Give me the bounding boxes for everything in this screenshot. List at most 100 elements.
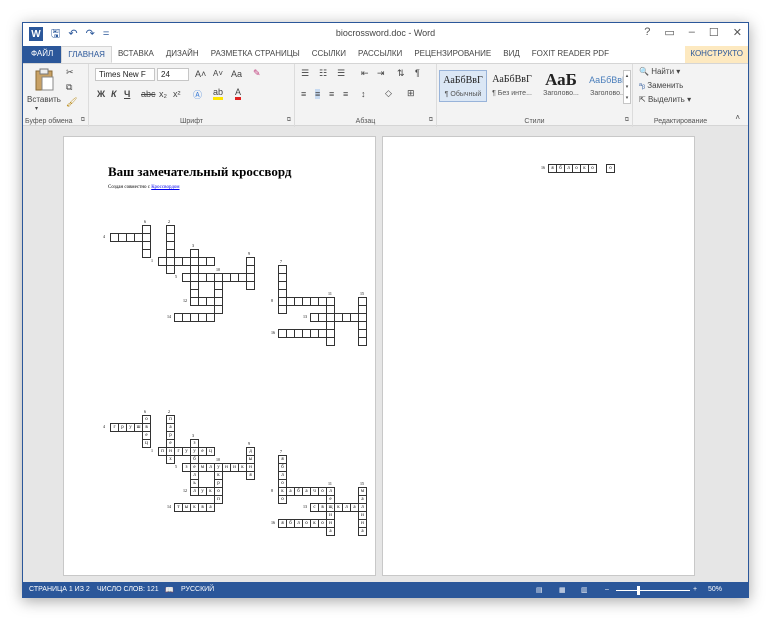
copy-icon[interactable]: ⧉ [66, 82, 72, 93]
replace-button[interactable]: ᵃᵦ Заменить [639, 81, 683, 90]
document-title: Ваш замечательный кроссворд [108, 164, 292, 179]
clue-number: 2 [168, 219, 170, 224]
strikethrough-button[interactable]: abc [141, 89, 156, 99]
tab-view[interactable]: ВИД [497, 46, 526, 63]
page-2[interactable]: 16 я б л о к о о [382, 136, 695, 576]
crossword-cell: а [326, 527, 335, 536]
maximize-icon[interactable]: ☐ [709, 26, 719, 39]
font-color-icon[interactable]: A [235, 88, 242, 100]
tab-insert[interactable]: ВСТАВКА [112, 46, 160, 63]
collapse-ribbon-icon[interactable]: ˄ [735, 113, 740, 122]
crossword-cell [206, 297, 215, 306]
tab-review[interactable]: РЕЦЕНЗИРОВАНИЕ [408, 46, 497, 63]
zoom-slider-thumb[interactable] [637, 586, 640, 595]
tab-references[interactable]: ССЫЛКИ [306, 46, 352, 63]
bullets-icon[interactable]: ☰ [301, 68, 309, 79]
style-sample: АаБбВвГ [492, 74, 532, 85]
align-center-icon[interactable]: ≡ [315, 89, 321, 99]
clear-formatting-icon[interactable]: ✎ [253, 68, 261, 79]
zoom-in-icon[interactable]: + [693, 586, 697, 593]
crossword-cell [318, 297, 327, 306]
select-button[interactable]: ⇱ Выделить ▾ [639, 95, 691, 104]
underline-button[interactable]: Ч [124, 89, 130, 99]
paragraph-launcher-icon[interactable]: ⧉ [429, 117, 433, 124]
italic-button[interactable]: К [111, 89, 117, 99]
status-word-count[interactable]: ЧИСЛО СЛОВ: 121 [97, 586, 159, 593]
clue-number: 15 [360, 481, 364, 486]
shrink-font-icon[interactable]: A˅ [213, 69, 223, 78]
tab-constructor[interactable]: КОНСТРУКТО [685, 46, 748, 63]
grow-font-icon[interactable]: A˄ [195, 69, 206, 79]
justify-icon[interactable]: ≡ [343, 89, 348, 99]
multilevel-list-icon[interactable]: ☰ [337, 68, 345, 79]
zoom-level[interactable]: 50% [708, 586, 722, 593]
read-mode-icon[interactable]: ▤ [536, 586, 543, 594]
styles-gallery-scroll[interactable]: ▴ ▾ ▾ [623, 70, 631, 104]
crossword-cell [206, 313, 215, 322]
select-label: Выделить [647, 95, 685, 104]
proofing-icon[interactable]: 📖 [165, 586, 174, 594]
zoom-slider[interactable] [616, 590, 690, 591]
styles-launcher-icon[interactable]: ⧉ [625, 117, 629, 124]
cut-icon[interactable]: ✂ [66, 67, 74, 78]
highlight-color-icon[interactable]: ab [213, 88, 224, 100]
show-formatting-icon[interactable]: ¶ [415, 68, 420, 78]
print-layout-icon[interactable]: ▦ [559, 586, 566, 594]
shading-icon[interactable]: ◇ [385, 88, 392, 99]
style-normal[interactable]: АаБбВвГ ¶ Обычный [439, 70, 487, 102]
clue-number: 6 [144, 219, 146, 224]
crossword-cell: п [214, 495, 223, 504]
increase-indent-icon[interactable]: ⇥ [377, 68, 385, 79]
tab-foxit[interactable]: FOXIT READER PDF [526, 46, 615, 63]
style-no-spacing[interactable]: АаБбВвГ ¶ Без инте... [488, 70, 536, 102]
page-1[interactable]: Ваш замечательный кроссворд Создан совме… [63, 136, 376, 576]
style-heading-1[interactable]: АаБ Заголово... [537, 70, 585, 102]
subscript-button[interactable]: x₂ [159, 89, 167, 99]
status-language[interactable]: РУССКИЙ [181, 586, 214, 593]
ribbon-display-options-icon[interactable]: ▭ [664, 26, 674, 39]
replace-icon: ᵃᵦ [639, 81, 646, 90]
line-spacing-icon[interactable]: ↕ [361, 89, 366, 99]
font-launcher-icon[interactable]: ⧉ [287, 117, 291, 124]
zoom-out-icon[interactable]: – [605, 586, 609, 593]
align-right-icon[interactable]: ≡ [329, 89, 334, 99]
tab-home[interactable]: ГЛАВНАЯ [61, 46, 112, 63]
paste-dropdown-icon[interactable]: ▾ [35, 105, 38, 112]
web-layout-icon[interactable]: ▥ [581, 586, 588, 594]
tab-design[interactable]: ДИЗАЙН [160, 46, 205, 63]
window-title: biocrossword.doc - Word [335, 28, 436, 38]
text-effects-icon[interactable]: Ⓐ [193, 88, 202, 101]
sort-icon[interactable]: ⇅ [397, 68, 405, 79]
numbering-icon[interactable]: ☷ [319, 68, 327, 79]
format-painter-icon[interactable]: 🖌 [66, 97, 77, 108]
tab-layout[interactable]: РАЗМЕТКА СТРАНИЦЫ [205, 46, 306, 63]
crossword-link[interactable]: Кроссвордом [151, 185, 179, 190]
tab-mailings[interactable]: РАССЫЛКИ [352, 46, 408, 63]
tab-file[interactable]: ФАЙЛ [23, 46, 62, 63]
clue-number: 16 [541, 165, 545, 170]
crossword-cell [326, 337, 335, 346]
font-name-select[interactable]: Times New F [95, 68, 155, 81]
decrease-indent-icon[interactable]: ⇤ [361, 68, 369, 79]
status-bar: СТРАНИЦА 1 ИЗ 2 ЧИСЛО СЛОВ: 121 📖 РУССКИ… [23, 582, 748, 597]
change-case-button[interactable]: Aa [231, 69, 242, 79]
crossword-cell: з [182, 463, 191, 472]
clipboard-launcher-icon[interactable]: ⧉ [81, 117, 85, 124]
help-icon[interactable]: ? [644, 26, 650, 39]
clue-number: 12 [183, 298, 187, 303]
superscript-button[interactable]: x² [173, 89, 181, 99]
minimize-icon[interactable]: – [689, 26, 695, 39]
borders-icon[interactable]: ⊞ [407, 88, 415, 99]
clue-number: 4 [103, 424, 105, 429]
clue-number: 11 [328, 481, 332, 486]
crossword-cell: в [318, 503, 327, 512]
group-label-editing: Редактирование [653, 118, 708, 125]
group-label-font: Шрифт [179, 118, 204, 125]
status-page[interactable]: СТРАНИЦА 1 ИЗ 2 [29, 586, 90, 593]
align-left-icon[interactable]: ≡ [301, 89, 306, 99]
font-size-select[interactable]: 24 [157, 68, 189, 81]
close-icon[interactable]: ✕ [733, 26, 742, 39]
find-button[interactable]: 🔍 Найти ▾ [639, 67, 680, 76]
bold-button[interactable]: Ж [97, 89, 105, 99]
paste-button[interactable] [33, 68, 55, 92]
